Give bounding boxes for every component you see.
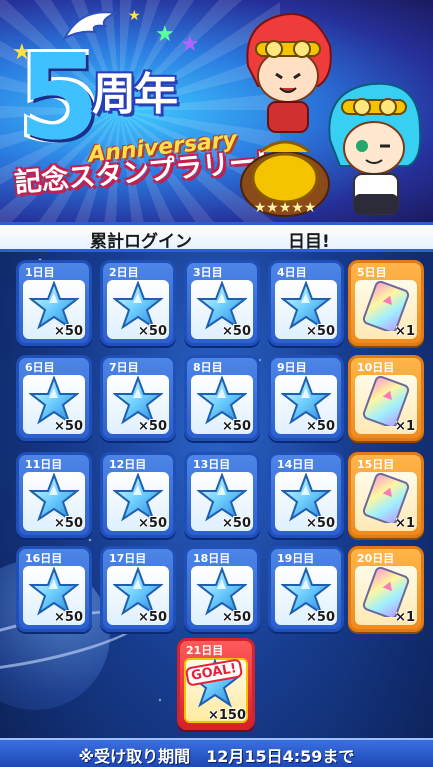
reward-quantity: ×1	[395, 516, 415, 531]
reward-quantity: ×50	[306, 610, 335, 625]
reward-day-label: 1日目	[25, 266, 55, 279]
reward-tile[interactable]: 16日目 ×50	[16, 546, 92, 632]
reward-day-label: 7日目	[109, 361, 139, 374]
reward-quantity: ×1	[395, 610, 415, 625]
reward-quantity: ×50	[138, 516, 167, 531]
reward-day-label: 15日目	[357, 458, 395, 471]
reward-quantity: ×50	[222, 324, 251, 339]
reward-quantity: ×50	[138, 419, 167, 434]
reward-day-label: 11日目	[25, 458, 63, 471]
reward-quantity: ×50	[222, 610, 251, 625]
reward-day-label: 2日目	[109, 266, 139, 279]
green-star-icon: ★	[155, 22, 175, 47]
stamp-rally-screen: ★ ★ ★ ★ 5 周年 Anniversary 記念スタンプラリー! ★★★★…	[0, 0, 433, 767]
reward-day-label: 8日目	[193, 361, 223, 374]
reward-quantity: ×1	[395, 419, 415, 434]
reward-tile[interactable]: 20日目 ×1	[348, 546, 424, 632]
reward-day-label: 19日目	[277, 552, 315, 565]
reward-tile[interactable]: 18日目 ×50	[184, 546, 260, 632]
reward-quantity: ×50	[306, 324, 335, 339]
reward-tile[interactable]: 10日目 ×1	[348, 355, 424, 441]
reward-day-label: 21日目	[186, 644, 224, 657]
reward-tile[interactable]: 7日目 ×50	[100, 355, 176, 441]
login-counter-label: 累計ログイン	[90, 232, 192, 252]
reward-day-label: 16日目	[25, 552, 63, 565]
reward-day-label: 9日目	[277, 361, 307, 374]
reward-tile[interactable]: 3日目 ×50	[184, 260, 260, 346]
reward-quantity: ×50	[306, 419, 335, 434]
reward-tile[interactable]: 17日目 ×50	[100, 546, 176, 632]
small-star-icon: ★	[128, 8, 141, 24]
reward-quantity: ×1	[395, 324, 415, 339]
reward-tile[interactable]: 9日目 ×50	[268, 355, 344, 441]
reward-tile[interactable]: 14日目 ×50	[268, 452, 344, 538]
reward-day-label: 14日目	[277, 458, 315, 471]
reward-tile[interactable]: 21日目 GOAL! ×150	[177, 638, 255, 730]
gold-medal-emblem: ★★★★★	[240, 140, 330, 217]
reward-quantity: ×50	[306, 516, 335, 531]
reward-tile[interactable]: 11日目 ×50	[16, 452, 92, 538]
reward-tile[interactable]: 6日目 ×50	[16, 355, 92, 441]
reward-quantity: ×50	[54, 324, 83, 339]
reward-day-label: 12日目	[109, 458, 147, 471]
reward-day-label: 5日目	[357, 266, 387, 279]
anniversary-suffix: 周年	[92, 69, 178, 120]
reward-tile[interactable]: 8日目 ×50	[184, 355, 260, 441]
reward-quantity: ×50	[138, 610, 167, 625]
reward-tile[interactable]: 1日目 ×50	[16, 260, 92, 346]
reward-quantity: ×50	[222, 419, 251, 434]
reward-quantity: ×50	[54, 419, 83, 434]
reward-tile[interactable]: 12日目 ×50	[100, 452, 176, 538]
login-counter-bar: 累計ログイン 日目!	[0, 222, 433, 252]
reward-day-label: 6日目	[25, 361, 55, 374]
reward-day-label: 4日目	[277, 266, 307, 279]
anniversary-banner: ★ ★ ★ ★ 5 周年 Anniversary 記念スタンプラリー! ★★★★…	[0, 0, 433, 222]
reward-tile[interactable]: 2日目 ×50	[100, 260, 176, 346]
reward-quantity: ×50	[54, 516, 83, 531]
login-counter-unit: 日目!	[288, 232, 330, 252]
reward-day-label: 10日目	[357, 361, 395, 374]
reward-tile[interactable]: 15日目 ×1	[348, 452, 424, 538]
svg-text:★★★★★: ★★★★★	[254, 200, 317, 216]
reward-tile[interactable]: 13日目 ×50	[184, 452, 260, 538]
reward-day-label: 20日目	[357, 552, 395, 565]
reward-day-label: 3日目	[193, 266, 223, 279]
reward-tile[interactable]: 19日目 ×50	[268, 546, 344, 632]
receive-period-text: ※受け取り期間 12月15日4:59まで	[78, 747, 355, 766]
reward-quantity: ×50	[138, 324, 167, 339]
reward-quantity: ×50	[222, 516, 251, 531]
reward-quantity: ×50	[54, 610, 83, 625]
reward-quantity: ×150	[207, 708, 246, 723]
reward-day-label: 17日目	[109, 552, 147, 565]
reward-tile[interactable]: 5日目 ×1	[348, 260, 424, 346]
reward-day-label: 13日目	[193, 458, 231, 471]
anniversary-number: 5	[18, 28, 101, 166]
reward-day-label: 18日目	[193, 552, 231, 565]
reward-tile[interactable]: 4日目 ×50	[268, 260, 344, 346]
receive-period-footer: ※受け取り期間 12月15日4:59まで	[0, 738, 433, 767]
purple-star-icon: ★	[180, 32, 200, 57]
